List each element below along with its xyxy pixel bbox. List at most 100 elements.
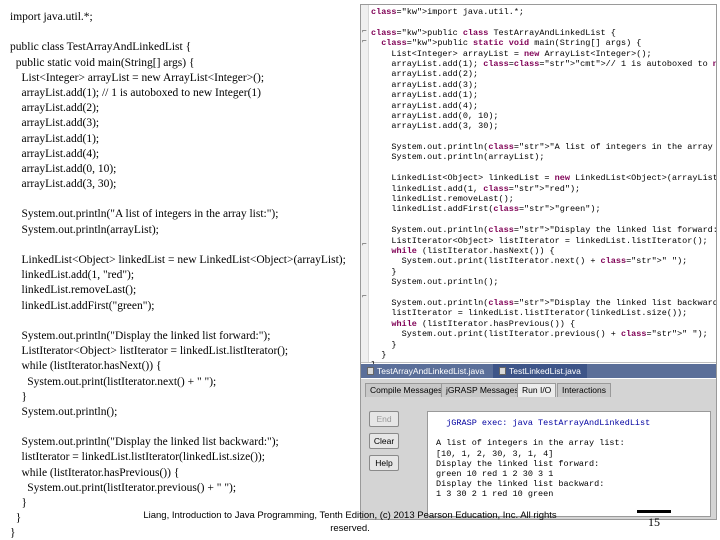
code-line: import java.util.*; [10, 11, 93, 23]
editor-line: arrayList.add(1); [371, 90, 479, 101]
code-line: System.out.print(listIterator.next() + "… [10, 375, 217, 388]
code-line: while (listIterator.hasNext()) { [10, 360, 162, 373]
editor-line: while (listIterator.hasPrevious()) { [391, 318, 576, 329]
editor-line: System.out.print(listIterator.previous()… [371, 329, 708, 340]
code-line: arrayList.add(3, 30); [10, 178, 117, 191]
editor-line: System.out.println(class="str">"Display … [371, 225, 717, 236]
editor-line: linkedList.addFirst(class="str">"green")… [371, 204, 601, 215]
tab-interactions[interactable]: Interactions [557, 383, 611, 397]
output-line: Display the linked list backward: [436, 479, 605, 490]
page-number-bar [637, 510, 671, 513]
code-line: LinkedList<Object> linkedList = new Link… [10, 254, 346, 266]
code-line: List<Integer> arrayList = new ArrayList<… [10, 71, 265, 84]
output-line: A list of integers in the array list: [436, 438, 625, 449]
editor-line: } [371, 339, 397, 350]
code-line: System.out.println(); [10, 405, 118, 418]
java-file-icon [499, 367, 506, 375]
page-number-value: 15 [648, 515, 660, 529]
editor-line: class="kw">import java.util.*; [371, 7, 525, 17]
slide-footer: Liang, Introduction to Java Programming,… [143, 510, 557, 534]
code-editor[interactable]: ⌐ ⌐ ⌐ ⌐ class="kw">import java.util.*; cl… [361, 5, 716, 370]
code-line: System.out.println("A list of integers i… [10, 208, 279, 221]
code-line: linkedList.add(1, "red"); [10, 269, 135, 282]
editor-line: arrayList.add(0, 10); [371, 110, 499, 121]
fold-marker-icon[interactable]: ⌐ [362, 37, 367, 46]
editor-line: arrayList.add(2); [371, 69, 479, 80]
editor-code: class="kw">import java.util.*; class="kw"… [371, 7, 717, 371]
editor-line: arrayList.add(1); class=class="str">"cmt… [371, 58, 716, 69]
code-line: System.out.print(listIterator.previous()… [10, 481, 237, 494]
output-line: green 10 red 1 2 30 3 1 [436, 468, 554, 479]
run-io-buttons: End Clear Help [365, 411, 425, 477]
editor-line: LinkedList<Object> linkedList = new Link… [371, 173, 717, 184]
tab-testarrayandlinkedlist-java[interactable]: TestArrayAndLinkedList.java [361, 364, 490, 378]
code-line: arrayList.add(1); // 1 is autoboxed to n… [10, 86, 262, 99]
run-output[interactable]: jGRASP exec: java TestArrayAndLinkedList… [427, 411, 711, 517]
fold-marker-icon[interactable]: ⌐ [362, 292, 367, 301]
tab-testlinkedlist-java[interactable]: TestLinkedList.java [493, 364, 587, 378]
tab-run-io[interactable]: Run I/O [517, 383, 557, 397]
editor-line: arrayList.add(3, 30); [371, 121, 499, 132]
end-button[interactable]: End [369, 411, 399, 427]
editor-line: arrayList.add(3); [371, 79, 479, 90]
code-line: System.out.println(arrayList); [10, 223, 159, 236]
code-line: System.out.println("Display the linked l… [10, 329, 271, 342]
editor-line: System.out.println(); [371, 277, 499, 288]
java-file-icon [367, 367, 374, 375]
code-line: arrayList.add(2); [10, 102, 100, 115]
code-line: arrayList.add(0, 10); [10, 162, 117, 175]
code-line: public class TestArrayAndLinkedList { [10, 41, 192, 54]
code-line: linkedList.removeLast(); [10, 284, 137, 297]
code-line: listIterator = linkedList.listIterator(l… [10, 451, 265, 464]
editor-line: linkedList.add(1, class="str">"red"); [371, 183, 581, 194]
fold-marker-icon[interactable]: ⌐ [362, 240, 367, 249]
code-line: linkedList.addFirst("green"); [10, 299, 155, 312]
editor-line: System.out.print(listIterator.next() + c… [371, 256, 688, 267]
help-button[interactable]: Help [369, 455, 399, 471]
output-line: [10, 1, 2, 30, 3, 1, 4] [436, 448, 554, 459]
editor-gutter [361, 5, 369, 362]
editor-line: while (listIterator.hasNext()) { [391, 245, 555, 256]
code-listing: import java.util.*; public class TestArra… [10, 10, 365, 540]
editor-line: arrayList.add(4); [371, 100, 479, 111]
output-line: Display the linked list forward: [436, 458, 600, 469]
tab-jgrasp-messages[interactable]: jGRASP Messages [441, 383, 524, 397]
editor-line: System.out.println(arrayList); [371, 152, 545, 163]
page-number: 15 [624, 510, 684, 530]
editor-line: System.out.println(class="str">"A list o… [371, 142, 713, 153]
code-line: ListIterator<Object> listIterator = link… [10, 345, 289, 358]
editor-tab-bar: TestArrayAndLinkedList.java TestLinkedLi… [361, 364, 716, 378]
ide-window: ⌐ ⌐ ⌐ ⌐ class="kw">import java.util.*; cl… [360, 4, 717, 520]
output-line: jGRASP exec: java TestArrayAndLinkedList [436, 418, 651, 428]
fold-marker-icon[interactable]: ⌐ [362, 27, 367, 36]
clear-button[interactable]: Clear [369, 433, 399, 449]
editor-line: linkedList.removeLast(); [371, 194, 514, 205]
editor-line: System.out.println(class="str">"Display … [371, 297, 717, 308]
code-line: } [10, 390, 28, 403]
messages-panel: Compile Messages jGRASP Messages Run I/O… [361, 379, 716, 519]
code-line: System.out.println("Display the linked l… [10, 436, 279, 449]
code-line: arrayList.add(3); [10, 117, 100, 130]
editor-line: listIterator = linkedList.listIterator(l… [371, 308, 688, 319]
code-line: while (listIterator.hasPrevious()) { [10, 466, 180, 479]
code-line: arrayList.add(1); [10, 132, 100, 145]
editor-line: } [371, 266, 397, 277]
tab-compile-messages[interactable]: Compile Messages [365, 383, 448, 397]
code-line: public static void main(String[] args) { [10, 56, 195, 69]
output-line: 1 3 30 2 1 red 10 green [436, 489, 554, 500]
editor-line: ListIterator<Object> listIterator = link… [371, 235, 708, 246]
code-line: arrayList.add(4); [10, 147, 100, 160]
editor-line: class="kw">public static void main(Strin… [381, 38, 642, 49]
editor-line: class="kw">public class TestArrayAndLink… [371, 27, 616, 38]
